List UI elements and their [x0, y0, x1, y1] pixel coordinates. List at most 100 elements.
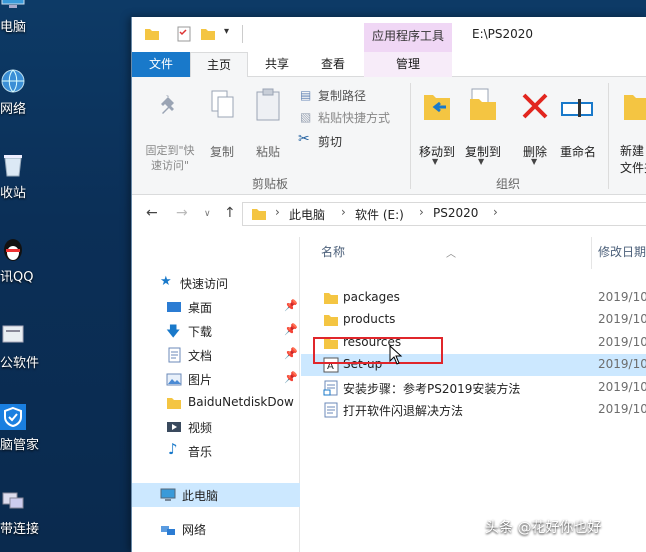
folder-icon[interactable] [144, 26, 160, 42]
download-arrow-icon: 🡇 [166, 324, 181, 340]
customize-quick-access-chevron-icon[interactable]: ▾ [224, 26, 229, 37]
breadcrumb-separator: › [275, 205, 280, 219]
forward-arrow-icon[interactable]: → [176, 205, 188, 221]
organize-group-label: 组织 [496, 177, 521, 191]
pin-icon [161, 95, 174, 114]
desktop-item-label: 讯QQ [0, 270, 34, 285]
file-row-packages[interactable]: packages 2019/10 [301, 287, 646, 309]
tab-view[interactable]: 查看 [308, 52, 358, 77]
paste-shortcut-button[interactable]: 粘贴快捷方式 [318, 109, 390, 126]
file-explorer-window: ▾ 应用程序工具 E:\PS2020 文件 主页 共享 查看 管理 固定到"快 … [131, 17, 646, 552]
star-icon: ★ [160, 274, 172, 289]
mouse-cursor-icon [389, 345, 403, 365]
nav-label: 此电脑 [182, 489, 219, 503]
copy-icon [211, 90, 234, 118]
videos-icon [167, 422, 181, 432]
pin-icon[interactable]: 📌 [284, 371, 298, 384]
window-title: E:\PS2020 [472, 27, 534, 41]
contextual-tab-header: 应用程序工具 [364, 23, 452, 52]
new-folder-quick-icon[interactable] [200, 26, 216, 42]
tab-manage[interactable]: 管理 [364, 52, 452, 77]
column-header-name[interactable]: 名称 [321, 237, 345, 269]
qq-penguin-icon [4, 239, 22, 261]
clipboard-group-label: 剪贴板 [252, 177, 289, 191]
network-icon [1, 69, 25, 93]
nav-label: 快速访问 [180, 277, 229, 291]
desktop-item-label: 电脑 [0, 20, 27, 35]
nav-this-pc[interactable]: 此电脑 [132, 483, 300, 507]
copy-path-icon: ▤ [300, 88, 312, 102]
cut-button[interactable]: 剪切 [318, 133, 342, 150]
folder-icon [252, 209, 266, 220]
nav-item-pictures[interactable]: 图片 📌 [132, 367, 300, 391]
nav-network[interactable]: 网络 [132, 517, 300, 541]
file-row-install-steps[interactable]: 安装步骤：参考PS2019安装方法 2019/10 [301, 377, 646, 399]
ribbon-separator [608, 83, 609, 189]
breadcrumb-ps2020[interactable]: PS2020 [433, 206, 478, 220]
breadcrumb-this-pc[interactable]: 此电脑 [289, 206, 325, 223]
highlight-annotation-box [313, 337, 443, 364]
broadband-connection-icon [2, 492, 24, 509]
breadcrumb-drive-e[interactable]: 软件 (E:) [355, 206, 404, 223]
nav-item-videos[interactable]: 视频 [132, 415, 300, 439]
breadcrumb-separator: › [341, 205, 346, 219]
pin-icon[interactable]: 📌 [284, 347, 298, 360]
new-folder-icon [624, 95, 646, 120]
pin-quick-access-button[interactable]: 固定到"快 速访问" [138, 143, 202, 173]
file-date: 2019/10 [598, 312, 646, 326]
file-row-crash-fix[interactable]: 打开软件闪退解决方法 2019/10 [301, 399, 646, 421]
address-path-box[interactable]: › 此电脑 › 软件 (E:) › PS2020 › [242, 202, 646, 226]
column-header-date[interactable]: 修改日期 [598, 237, 646, 269]
copy-to-chevron-icon[interactable]: ▼ [478, 157, 484, 166]
pc-manager-shield-icon [0, 404, 26, 430]
desktop-item-label: 网络 [0, 102, 27, 117]
sort-up-chevron-icon: ︿ [446, 249, 456, 260]
rename-button[interactable]: 重命名 [556, 143, 600, 160]
file-name: 安装步骤：参考PS2019安装方法 [343, 382, 521, 396]
recent-locations-chevron-icon[interactable]: ∨ [204, 209, 211, 219]
nav-label: 下载 [188, 325, 213, 339]
file-date: 2019/10 [598, 357, 646, 371]
properties-checklist-icon[interactable] [176, 26, 192, 42]
nav-item-music[interactable]: ♪ 音乐 [132, 439, 300, 463]
file-list-pane: ︿ 名称 修改日期 packages 2019/10 products 2019… [301, 237, 646, 552]
pin-icon[interactable]: 📌 [284, 299, 298, 312]
nav-item-desktop[interactable]: 桌面 📌 [132, 295, 300, 319]
nav-item-downloads[interactable]: 🡇 下载 📌 [132, 319, 300, 343]
nav-item-baidunetdisk[interactable]: BaiduNetdiskDow [132, 391, 300, 415]
nav-quick-access[interactable]: ★ 快速访问 [132, 271, 300, 295]
move-to-chevron-icon[interactable]: ▼ [432, 157, 438, 166]
back-arrow-icon[interactable]: ← [146, 205, 158, 221]
tab-share[interactable]: 共享 [252, 52, 302, 77]
paste-shortcut-icon: ▧ [300, 110, 312, 124]
copy-to-folder-icon [470, 88, 496, 120]
computer-icon [160, 488, 176, 501]
title-divider [242, 25, 243, 43]
delete-chevron-icon[interactable]: ▼ [531, 157, 537, 166]
tab-file[interactable]: 文件 [132, 52, 190, 77]
address-bar: ← → ∨ ↑ › 此电脑 › 软件 (E:) › PS2020 › [132, 197, 646, 231]
column-divider[interactable] [591, 237, 592, 269]
office-software-icon [2, 325, 24, 343]
up-arrow-icon[interactable]: ↑ [224, 205, 236, 221]
copy-path-button[interactable]: 复制路径 [318, 87, 366, 104]
pin-icon[interactable]: 📌 [284, 323, 298, 336]
scissors-icon: ✂ [298, 131, 310, 147]
desktop-folder-icon [167, 302, 181, 312]
paste-button[interactable]: 粘贴 [250, 143, 286, 160]
file-name: products [343, 312, 396, 326]
nav-item-documents[interactable]: 文档 📌 [132, 343, 300, 367]
shortcut-doc-icon [323, 380, 338, 396]
folder-icon [324, 293, 338, 304]
new-folder-button[interactable]: 新建 文件夹 [620, 143, 646, 177]
rename-icon [561, 99, 593, 117]
copy-button[interactable]: 复制 [206, 143, 238, 160]
watermark: 头条 @花好你也好 [485, 520, 602, 536]
file-name: packages [343, 290, 400, 304]
tab-home[interactable]: 主页 [190, 52, 248, 78]
file-date: 2019/10 [598, 290, 646, 304]
delete-x-icon [522, 93, 548, 119]
folder-icon [324, 315, 338, 326]
file-row-products[interactable]: products 2019/10 [301, 309, 646, 331]
desktop-item-label: 带连接 [0, 522, 40, 537]
